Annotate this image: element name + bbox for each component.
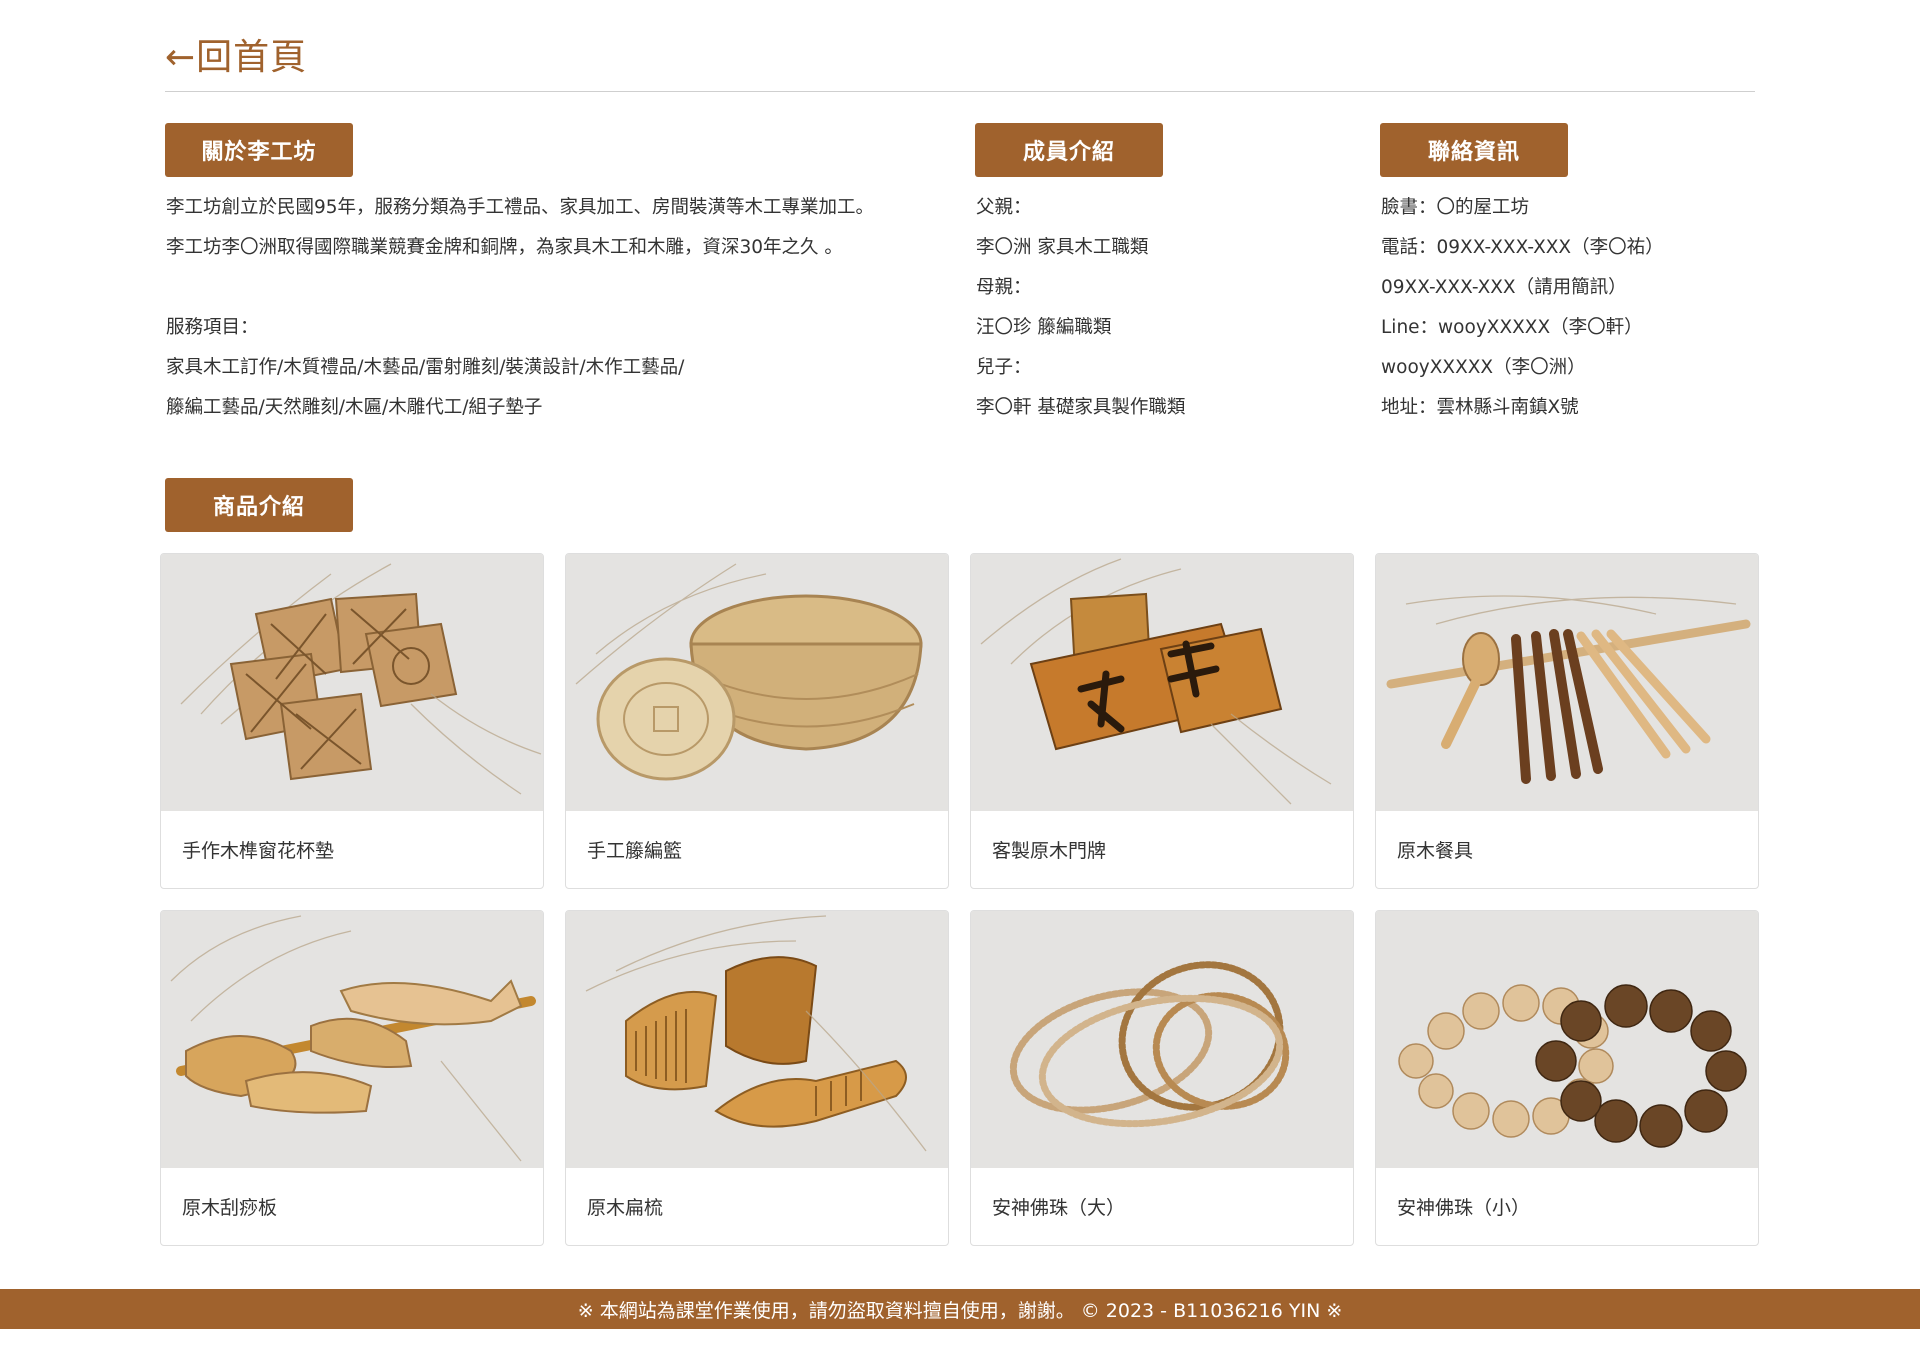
product-name: 安神佛珠（大） — [992, 1197, 1126, 1219]
about-line: 李工坊創立於民國95年，服務分類為手工禮品、家具加工、房間裝潢等木工專業加工。 — [166, 197, 875, 218]
product-card[interactable]: 原木刮痧板 — [160, 910, 544, 1246]
product-photo — [1376, 554, 1758, 811]
members-line: 李〇洲 家具木工職類 — [976, 237, 1149, 258]
contact-line: 臉書：〇的屋工坊 — [1381, 197, 1530, 218]
about-line: 服務項目： — [166, 317, 259, 338]
product-card[interactable]: 原木扁梳 — [565, 910, 949, 1246]
product-photo — [566, 554, 948, 811]
footer: ※ 本網站為課堂作業使用，請勿盜取資料擅自使用，謝謝。 © 2023 - B11… — [0, 1289, 1920, 1329]
about-line: 家具木工訂作/木質禮品/木藝品/雷射雕刻/裝潢設計/木作工藝品/ — [166, 357, 685, 378]
contact-line: 09XX-XXX-XXX（請用簡訊） — [1381, 277, 1627, 298]
product-card[interactable]: 安神佛珠（大） — [970, 910, 1354, 1246]
about-line: 籐編工藝品/天然雕刻/木匾/木雕代工/組子墊子 — [166, 397, 543, 418]
contact-heading: 聯絡資訊 — [1380, 123, 1568, 177]
product-name: 原木餐具 — [1397, 840, 1474, 862]
product-photo — [971, 554, 1353, 811]
members-line: 汪〇珍 籐編職類 — [976, 317, 1112, 338]
product-card[interactable]: 手工籐編籃 — [565, 553, 949, 889]
top-divider — [165, 91, 1755, 92]
back-home-link[interactable]: ←回首頁 — [165, 28, 307, 80]
product-photo — [161, 554, 543, 811]
contact-text: 臉書：〇的屋工坊 電話：09XX-XXX-XXX（李〇祐） 09XX-XXX-X… — [1381, 188, 1664, 428]
product-photo — [1376, 911, 1758, 1168]
about-text: 李工坊創立於民國95年，服務分類為手工禮品、家具加工、房間裝潢等木工專業加工。 … — [166, 188, 874, 428]
product-card[interactable]: 手作木榫窗花杯墊 — [160, 553, 544, 889]
about-line: 李工坊李〇洲取得國際職業競賽金牌和銅牌，為家具木工和木雕，資深30年之久 。 — [166, 237, 843, 258]
members-line: 父親： — [976, 197, 1032, 218]
contact-line: Line：wooyXXXXX（李〇軒） — [1381, 317, 1643, 338]
product-card[interactable]: 原木餐具 — [1375, 553, 1759, 889]
products-heading: 商品介紹 — [165, 478, 353, 532]
members-text: 父親： 李〇洲 家具木工職類 母親： 汪〇珍 籐編職類 兒子： 李〇軒 基礎家具… — [976, 188, 1185, 428]
about-heading: 關於李工坊 — [165, 123, 353, 177]
product-name: 原木刮痧板 — [182, 1197, 278, 1219]
contact-line: 電話：09XX-XXX-XXX（李〇祐） — [1381, 237, 1664, 258]
product-photo — [971, 911, 1353, 1168]
product-name: 客製原木門牌 — [992, 840, 1107, 862]
product-photo — [161, 911, 543, 1168]
contact-line: 地址：雲林縣斗南鎮X號 — [1381, 397, 1579, 418]
product-name: 手工籐編籃 — [587, 840, 683, 862]
footer-text: ※ 本網站為課堂作業使用，請勿盜取資料擅自使用，謝謝。 © 2023 - B11… — [577, 1299, 1343, 1322]
product-name: 原木扁梳 — [587, 1197, 664, 1219]
product-photo — [566, 911, 948, 1168]
contact-line: wooyXXXXX（李〇洲） — [1381, 357, 1586, 378]
product-name: 安神佛珠（小） — [1397, 1197, 1531, 1219]
product-card[interactable]: 客製原木門牌 — [970, 553, 1354, 889]
members-heading: 成員介紹 — [975, 123, 1163, 177]
members-line: 母親： — [976, 277, 1032, 298]
members-line: 李〇軒 基礎家具製作職類 — [976, 397, 1186, 418]
members-line: 兒子： — [976, 357, 1032, 378]
product-card[interactable]: 安神佛珠（小） — [1375, 910, 1759, 1246]
product-name: 手作木榫窗花杯墊 — [182, 840, 335, 862]
